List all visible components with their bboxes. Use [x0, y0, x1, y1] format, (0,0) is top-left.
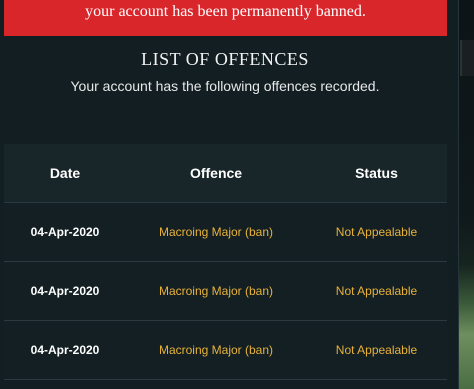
offences-panel: your account has been permanently banned…: [0, 0, 459, 389]
offence-status: Not Appealable: [335, 343, 418, 357]
offence-date: 04-Apr-2020: [30, 343, 100, 357]
ban-notice-banner: your account has been permanently banned…: [4, 0, 447, 36]
column-header-status: Status: [355, 165, 398, 181]
page-title: LIST OF OFFENCES: [141, 49, 309, 69]
table-row: 04-Apr-2020 Macroing Major (ban) Not App…: [4, 203, 447, 262]
column-header-date: Date: [49, 165, 81, 181]
offence-date: 04-Apr-2020: [30, 284, 100, 298]
offence-type: Macroing Major (ban): [158, 225, 274, 239]
offences-table: Date Offence Status 04-Apr-2020 Macroing…: [4, 144, 447, 380]
table-header-row: Date Offence Status: [4, 144, 447, 203]
offence-status: Not Appealable: [335, 284, 418, 298]
table-row: 04-Apr-2020 Macroing Major (ban) Not App…: [4, 262, 447, 321]
offence-status: Not Appealable: [335, 225, 418, 239]
background-art: [458, 0, 474, 389]
table-row: 04-Apr-2020 Macroing Major (ban) Not App…: [4, 321, 447, 380]
offence-type: Macroing Major (ban): [158, 284, 274, 298]
page: your account has been permanently banned…: [0, 0, 474, 389]
offence-type: Macroing Major (ban): [158, 343, 274, 357]
offence-date: 04-Apr-2020: [30, 225, 100, 239]
page-subtitle: Your account has the following offences …: [70, 78, 380, 94]
column-header-offence: Offence: [189, 165, 243, 181]
